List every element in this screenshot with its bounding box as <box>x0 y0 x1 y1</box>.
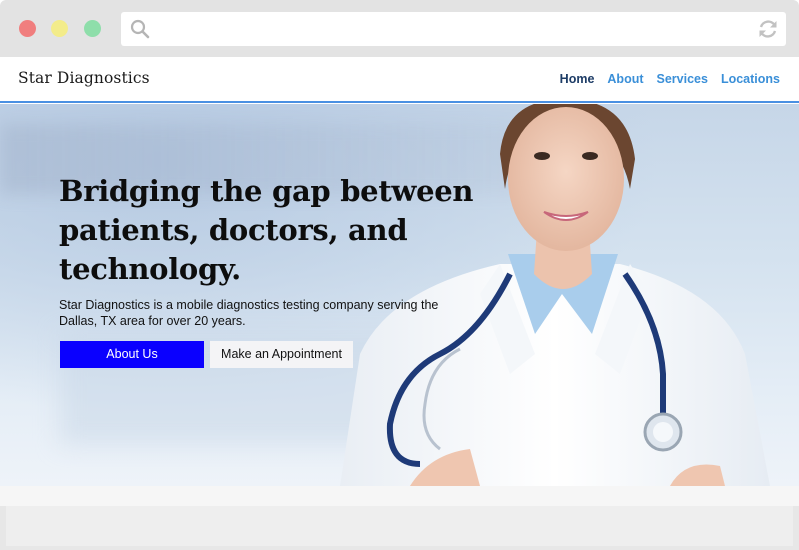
hero-description: Star Diagnostics is a mobile diagnostics… <box>59 298 439 328</box>
close-window-dot[interactable] <box>19 20 36 37</box>
headline-line-3: technology. <box>59 252 241 286</box>
site-header: Star Diagnostics Home About Services Loc… <box>0 57 799 103</box>
doctor-photo <box>340 104 770 486</box>
about-us-button[interactable]: About Us <box>60 341 204 368</box>
hero-headline: Bridging the gap between patients, docto… <box>59 172 489 289</box>
search-icon <box>130 19 150 39</box>
nav-locations[interactable]: Locations <box>721 72 780 86</box>
nav-services[interactable]: Services <box>657 72 708 86</box>
nav-home[interactable]: Home <box>560 72 595 86</box>
headline-line-2: patients, doctors, and <box>59 213 408 247</box>
browser-chrome <box>0 0 799 57</box>
main-nav: Home About Services Locations <box>560 72 780 86</box>
make-appointment-button[interactable]: Make an Appointment <box>210 341 353 368</box>
refresh-icon[interactable] <box>757 18 779 40</box>
nav-about[interactable]: About <box>607 72 643 86</box>
maximize-window-dot[interactable] <box>84 20 101 37</box>
hero-section: Bridging the gap between patients, docto… <box>0 104 799 486</box>
headline-line-1: Bridging the gap between <box>59 174 474 208</box>
minimize-window-dot[interactable] <box>51 20 68 37</box>
content-strip <box>0 486 799 506</box>
browser-bottom-panel <box>6 506 793 546</box>
brand-logo-text[interactable]: Star Diagnostics <box>18 69 150 87</box>
address-bar[interactable] <box>121 12 786 46</box>
